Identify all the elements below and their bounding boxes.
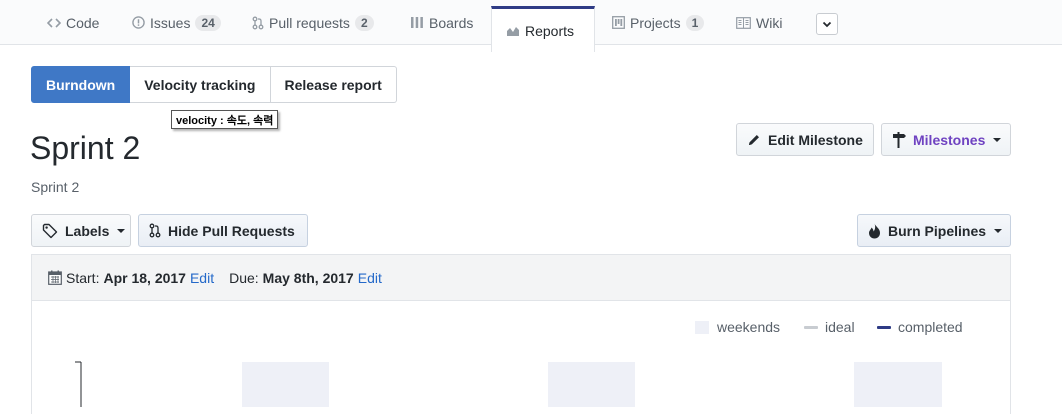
project-icon [612, 16, 625, 29]
graph-icon [506, 25, 520, 37]
tab-pull-requests[interactable]: Pull requests 2 [238, 0, 388, 45]
repo-navigation: Code Issues 24 Pull requests 2 Boards Re… [0, 0, 1062, 52]
weekends-swatch [695, 320, 709, 334]
tab-release-report[interactable]: Release report [270, 66, 397, 103]
issues-count-badge: 24 [195, 14, 221, 31]
ideal-swatch [804, 325, 818, 329]
caret-down-icon [993, 137, 1002, 142]
pull-requests-count-badge: 2 [354, 14, 374, 31]
burn-pipelines-dropdown[interactable]: Burn Pipelines [857, 214, 1011, 247]
tab-label: Projects [630, 14, 681, 31]
milestone-signpost-icon [892, 131, 906, 148]
milestones-label: Milestones [913, 131, 986, 148]
chevron-down-icon [822, 15, 832, 33]
burndown-chart [75, 361, 942, 407]
due-date: May 8th, 2017 [262, 269, 354, 286]
tab-label: Issues [150, 14, 191, 31]
legend-weekends: weekends [695, 319, 780, 335]
boards-icon [410, 16, 424, 29]
tab-reports[interactable]: Reports [491, 6, 595, 52]
calendar-icon [48, 270, 62, 285]
burndown-panel: Start: Apr 18, 2017 Edit Due: May 8th, 2… [31, 254, 1011, 414]
legend-completed-label: completed [898, 319, 963, 335]
pencil-icon [747, 133, 761, 147]
page-subtitle: Sprint 2 [31, 179, 80, 195]
labels-label: Labels [65, 222, 110, 239]
tab-wiki[interactable]: Wiki [722, 0, 796, 45]
git-pull-request-icon [252, 16, 264, 30]
completed-swatch [877, 325, 891, 329]
burn-pipelines-label: Burn Pipelines [888, 222, 987, 239]
weekend-band-2 [548, 362, 635, 407]
edit-start-date-link[interactable]: Edit [190, 270, 214, 286]
hide-pull-requests-button[interactable]: Hide Pull Requests [138, 214, 308, 247]
tab-label: Boards [429, 14, 474, 31]
tab-velocity-tracking[interactable]: Velocity tracking [130, 66, 271, 103]
tab-projects[interactable]: Projects 1 [598, 0, 718, 45]
labels-dropdown[interactable]: Labels [31, 214, 131, 247]
tab-code[interactable]: Code [33, 0, 113, 45]
start-label: Start: [66, 269, 100, 286]
git-pull-request-icon [149, 223, 161, 238]
edit-milestone-button[interactable]: Edit Milestone [736, 123, 874, 156]
edit-milestone-label: Edit Milestone [768, 131, 863, 148]
tab-burndown[interactable]: Burndown [31, 66, 131, 103]
tab-label: Reports [525, 22, 575, 39]
legend-weekends-label: weekends [717, 319, 781, 335]
projects-count-badge: 1 [685, 14, 705, 31]
issue-opened-icon [132, 16, 145, 29]
hide-pull-requests-label: Hide Pull Requests [168, 222, 295, 239]
start-date: Apr 18, 2017 [103, 269, 186, 286]
tab-label: Pull requests [269, 14, 350, 31]
legend-ideal-label: ideal [825, 319, 855, 335]
legend-ideal: ideal [804, 319, 855, 335]
caret-down-icon [117, 228, 126, 233]
caret-down-icon [994, 228, 1003, 233]
legend-completed: completed [877, 319, 963, 335]
weekend-band-1 [242, 362, 329, 407]
book-icon [736, 16, 751, 29]
more-tabs-button[interactable] [816, 13, 838, 35]
report-tabs: Burndown Velocity tracking Release repor… [31, 66, 397, 103]
tab-issues[interactable]: Issues 24 [118, 0, 235, 45]
tab-boards[interactable]: Boards [396, 0, 487, 45]
code-icon [47, 17, 61, 29]
due-label: Due: [229, 269, 259, 286]
milestones-dropdown[interactable]: Milestones [881, 123, 1011, 156]
flame-icon [868, 223, 881, 239]
tab-label: Wiki [756, 14, 783, 31]
tag-icon [42, 223, 58, 239]
milestone-dates: Start: Apr 18, 2017 Edit Due: May 8th, 2… [32, 255, 1010, 301]
tab-label: Code [66, 14, 100, 31]
edit-due-date-link[interactable]: Edit [358, 270, 382, 286]
page-title: Sprint 2 [30, 130, 141, 166]
weekend-band-3 [854, 362, 942, 407]
translation-tooltip: velocity : 속도, 속력 [171, 110, 279, 129]
